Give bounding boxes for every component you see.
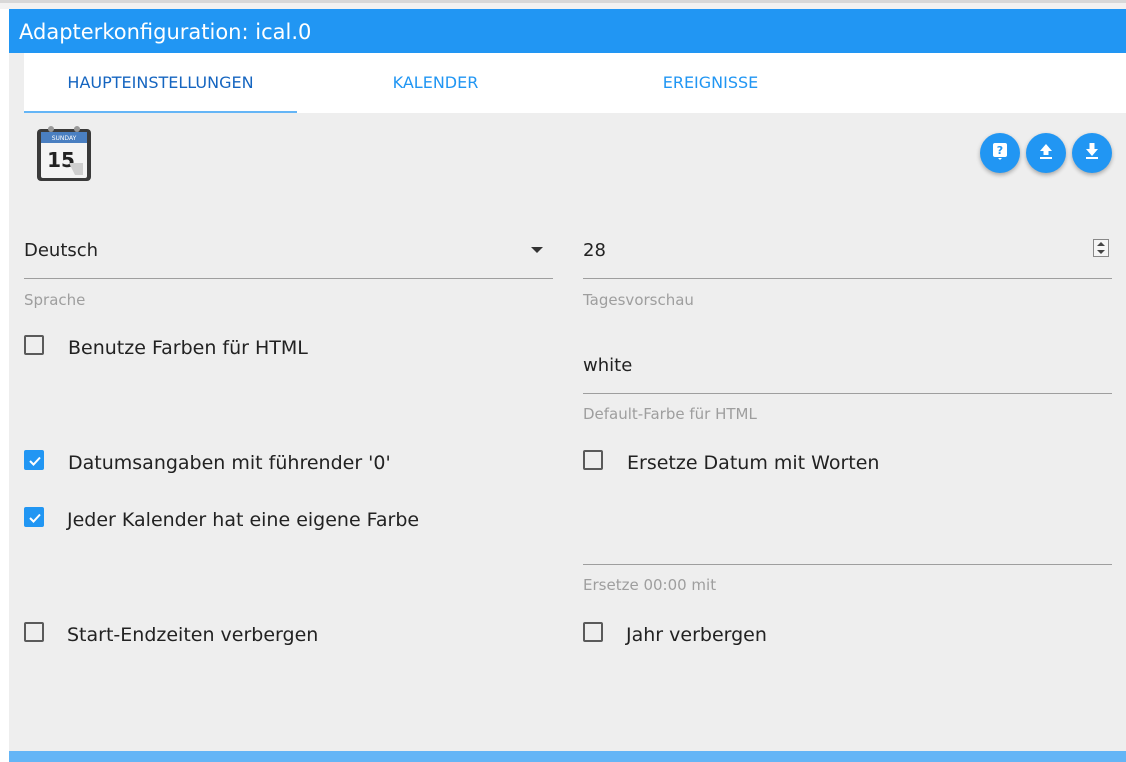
use-colors-checkbox[interactable] bbox=[24, 335, 44, 355]
help-icon: ? bbox=[990, 141, 1010, 165]
check-icon bbox=[29, 456, 41, 466]
days-preview-helper: Tagesvorschau bbox=[583, 291, 694, 309]
own-color-checkbox[interactable] bbox=[24, 507, 44, 527]
use-colors-label: Benutze Farben für HTML bbox=[68, 337, 308, 359]
config-panel: HAUPTEINSTELLUNGEN KALENDER EREIGNISSE S… bbox=[9, 53, 1126, 751]
svg-text:SUNDAY: SUNDAY bbox=[52, 135, 77, 142]
replace-date-label: Ersetze Datum mit Worten bbox=[627, 452, 880, 474]
number-stepper[interactable] bbox=[1093, 239, 1109, 257]
tab-main-settings[interactable]: HAUPTEINSTELLUNGEN bbox=[24, 53, 297, 113]
help-button[interactable]: ? bbox=[980, 133, 1020, 173]
dialog-title: Adapterkonfiguration: ical.0 bbox=[9, 9, 1126, 53]
own-color-label: Jeder Kalender hat eine eigene Farbe bbox=[67, 509, 420, 531]
tab-events[interactable]: EREIGNISSE bbox=[574, 53, 847, 113]
default-color-underline bbox=[583, 393, 1112, 394]
download-icon bbox=[1082, 141, 1102, 165]
leading-zero-label: Datumsangaben mit führender '0' bbox=[68, 452, 391, 474]
download-button[interactable] bbox=[1072, 133, 1112, 173]
upload-icon bbox=[1036, 141, 1056, 165]
language-select[interactable]: Deutsch bbox=[24, 240, 98, 261]
language-underline bbox=[24, 278, 553, 279]
replace-time-underline bbox=[583, 564, 1112, 565]
window-top-edge bbox=[0, 0, 1126, 9]
chevron-down-icon[interactable] bbox=[531, 247, 543, 253]
upload-button[interactable] bbox=[1026, 133, 1066, 173]
hide-times-label: Start-Endzeiten verbergen bbox=[67, 624, 319, 646]
days-preview-input[interactable]: 28 bbox=[583, 240, 606, 261]
default-color-helper: Default-Farbe für HTML bbox=[583, 405, 757, 423]
calendar-icon: SUNDAY 15 bbox=[35, 123, 93, 183]
leading-zero-checkbox[interactable] bbox=[24, 450, 44, 470]
language-helper: Sprache bbox=[24, 291, 86, 309]
check-icon bbox=[29, 513, 41, 523]
replace-date-checkbox[interactable] bbox=[583, 450, 603, 470]
replace-time-helper: Ersetze 00:00 mit bbox=[583, 576, 717, 594]
days-preview-underline bbox=[583, 278, 1112, 279]
tab-calendars[interactable]: KALENDER bbox=[299, 53, 572, 113]
default-color-input[interactable]: white bbox=[583, 355, 632, 376]
hide-times-checkbox[interactable] bbox=[24, 622, 44, 642]
tab-bar: HAUPTEINSTELLUNGEN KALENDER EREIGNISSE bbox=[24, 53, 1126, 113]
hide-year-checkbox[interactable] bbox=[583, 622, 603, 642]
bottom-toolbar bbox=[9, 751, 1126, 762]
hide-year-label: Jahr verbergen bbox=[626, 624, 767, 646]
svg-text:?: ? bbox=[997, 144, 1003, 157]
svg-text:15: 15 bbox=[47, 148, 75, 172]
